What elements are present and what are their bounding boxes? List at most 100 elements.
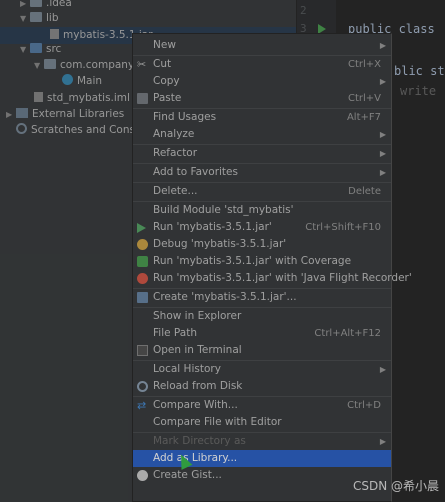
folder-icon [30, 12, 42, 22]
config-icon [137, 292, 148, 303]
menu-item-reload[interactable]: Reload from Disk [133, 378, 391, 395]
code-line: blic st [394, 64, 445, 78]
menu-item-open-terminal[interactable]: Open in Terminal [133, 342, 391, 359]
menu-item-label: Add as Library... [153, 452, 238, 464]
shortcut-label: Delete [348, 186, 381, 197]
tree-item-label: External Libraries [32, 108, 125, 120]
tree-item-external-libraries[interactable]: ▶ External Libraries [6, 106, 124, 123]
watermark: CSDN @希小晨 [352, 479, 439, 493]
compare-icon: ⇄ [137, 399, 147, 412]
package-icon [44, 59, 56, 69]
menu-item-run[interactable]: Run 'mybatis-3.5.1.jar' Ctrl+Shift+F10 [133, 219, 391, 236]
menu-item-analyze[interactable]: Analyze ▶ [133, 126, 391, 143]
tree-item-label: Scratches and Consol [31, 124, 145, 136]
shortcut-label: Ctrl+Alt+F12 [314, 328, 381, 339]
submenu-arrow-icon: ▶ [379, 365, 386, 374]
tree-item-label: com.company [60, 59, 135, 71]
menu-item-label: Mark Directory as [153, 435, 246, 447]
menu-item-label: Reload from Disk [153, 380, 243, 392]
menu-item-label: Build Module 'std_mybatis' [153, 204, 294, 216]
tree-item-lib[interactable]: ▼ lib [20, 10, 59, 27]
folder-icon [30, 0, 42, 7]
menu-item-show-explorer[interactable]: Show in Explorer [133, 308, 391, 325]
submenu-arrow-icon: ▶ [379, 77, 386, 86]
submenu-arrow-icon: ▶ [379, 437, 386, 446]
menu-item-compare-editor[interactable]: Compare File with Editor [133, 414, 391, 431]
tree-item-label: lib [46, 12, 59, 24]
menu-item-label: Refactor [153, 147, 198, 159]
menu-item-label: Compare With... [153, 399, 238, 411]
tree-item-label: .idea [46, 0, 72, 9]
menu-item-paste[interactable]: Paste Ctrl+V [133, 90, 391, 107]
tree-item-iml[interactable]: std_mybatis.iml [34, 90, 130, 107]
menu-item-run-coverage[interactable]: Run 'mybatis-3.5.1.jar' with Coverage [133, 253, 391, 270]
collapse-arrow-icon[interactable]: ▼ [20, 41, 30, 58]
menu-item-label: Create 'mybatis-3.5.1.jar'... [153, 291, 297, 303]
menu-item-label: Show in Explorer [153, 310, 242, 322]
tree-item-com-company[interactable]: ▼ com.company [34, 57, 134, 74]
code-line: write [400, 84, 437, 98]
jar-icon [50, 29, 59, 39]
github-icon [137, 470, 148, 481]
tree-item-label: Main [77, 75, 103, 87]
menu-item-label: Create Gist... [153, 469, 222, 481]
collapse-arrow-icon[interactable]: ▼ [20, 10, 30, 27]
menu-item-copy[interactable]: Copy ▶ [133, 73, 391, 90]
terminal-icon [137, 345, 148, 356]
shortcut-label: Ctrl+Shift+F10 [305, 222, 381, 233]
menu-item-label: Debug 'mybatis-3.5.1.jar' [153, 238, 287, 250]
scratches-icon [16, 123, 27, 134]
menu-item-add-library[interactable]: Add as Library... [133, 450, 391, 467]
menu-item-label: Find Usages [153, 111, 217, 123]
libraries-icon [16, 108, 28, 118]
menu-item-find-usages[interactable]: Find Usages Alt+F7 [133, 109, 391, 126]
menu-item-label: Copy [153, 75, 180, 87]
menu-item-add-favorites[interactable]: Add to Favorites ▶ [133, 164, 391, 181]
clipboard-icon [137, 93, 148, 104]
menu-item-file-path[interactable]: File Path Ctrl+Alt+F12 [133, 325, 391, 342]
shortcut-label: Alt+F7 [346, 112, 381, 123]
menu-item-run-jfr[interactable]: Run 'mybatis-3.5.1.jar' with 'Java Fligh… [133, 270, 412, 287]
tree-item-main[interactable]: Main [62, 73, 102, 90]
expand-arrow-icon[interactable]: ▶ [6, 106, 16, 123]
menu-item-label: Delete... [153, 185, 198, 197]
menu-item-create-config[interactable]: Create 'mybatis-3.5.1.jar'... [133, 289, 391, 306]
menu-item-label: Add to Favorites [153, 166, 238, 178]
tree-item-scratches[interactable]: Scratches and Consol [16, 122, 144, 139]
debug-icon [137, 239, 148, 250]
submenu-arrow-icon: ▶ [379, 130, 386, 139]
context-menu: New ▶ ✂ Cut Ctrl+X Copy ▶ Paste Ctrl+V Find U… [132, 33, 412, 502]
menu-item-new[interactable]: New ▶ [133, 37, 391, 54]
submenu-arrow-icon: ▶ [379, 41, 386, 50]
menu-item-compare-with[interactable]: ⇄ Compare With... Ctrl+D [133, 397, 391, 414]
menu-item-label: Local History [153, 363, 221, 375]
tree-item-src[interactable]: ▼ src [20, 41, 61, 58]
submenu-arrow-icon: ▶ [379, 168, 386, 177]
menu-item-local-history[interactable]: Local History ▶ [133, 361, 391, 378]
menu-item-refactor[interactable]: Refactor ▶ [133, 145, 391, 162]
line-number: 2 [300, 4, 307, 17]
menu-item-label: Analyze [153, 128, 195, 140]
reload-icon [137, 381, 148, 392]
menu-item-mark-directory: Mark Directory as ▶ [133, 433, 391, 450]
module-file-icon [34, 92, 43, 102]
tree-item-label: src [46, 43, 62, 55]
menu-item-label: Open in Terminal [153, 344, 242, 356]
submenu-arrow-icon: ▶ [379, 149, 386, 158]
menu-item-build-module[interactable]: Build Module 'std_mybatis' [133, 202, 391, 219]
menu-item-label: Run 'mybatis-3.5.1.jar' with 'Java Fligh… [153, 272, 412, 284]
tree-item-label: std_mybatis.iml [47, 92, 130, 104]
menu-item-label: New [153, 39, 176, 51]
coverage-icon [137, 256, 148, 267]
source-folder-icon [30, 43, 42, 53]
scissors-icon: ✂ [137, 58, 147, 71]
menu-item-delete[interactable]: Delete... Delete [133, 183, 391, 200]
run-icon [137, 223, 146, 233]
menu-item-label: File Path [153, 327, 197, 339]
menu-item-label: Cut [153, 58, 172, 70]
menu-item-cut[interactable]: ✂ Cut Ctrl+X [133, 56, 391, 73]
menu-item-debug[interactable]: Debug 'mybatis-3.5.1.jar' [133, 236, 391, 253]
collapse-arrow-icon[interactable]: ▼ [34, 57, 44, 74]
menu-item-label: Compare File with Editor [153, 416, 282, 428]
menu-item-label: Paste [153, 92, 182, 104]
